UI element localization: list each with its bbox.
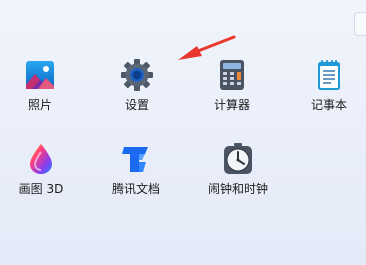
start-menu-pinned-apps: 照片 设置 计算器 记事本 画图 3D 腾讯文档 闹钟和时钟 xyxy=(0,0,366,265)
notepad-icon xyxy=(318,60,340,90)
app-calculator[interactable]: 计算器 xyxy=(192,58,272,130)
app-settings[interactable]: 设置 xyxy=(97,58,177,130)
app-photos[interactable]: 照片 xyxy=(0,58,80,130)
app-notepad[interactable]: 记事本 xyxy=(289,58,366,130)
calculator-icon xyxy=(220,60,244,90)
photos-icon xyxy=(26,61,54,89)
gear-icon xyxy=(121,59,153,91)
app-label: 闹钟和时钟 xyxy=(207,182,268,196)
app-label: 设置 xyxy=(124,98,149,112)
app-label: 腾讯文档 xyxy=(111,182,160,196)
app-tencent-docs[interactable]: 腾讯文档 xyxy=(96,142,176,214)
pinned-page-scroll-button[interactable] xyxy=(354,12,366,36)
app-label: 记事本 xyxy=(310,98,347,112)
app-label: 照片 xyxy=(27,98,52,112)
paint3d-icon xyxy=(30,144,52,174)
app-label: 计算器 xyxy=(213,98,250,112)
app-alarms-clock[interactable]: 闹钟和时钟 xyxy=(198,142,278,214)
app-label: 画图 3D xyxy=(18,182,64,196)
annotation-arrow xyxy=(178,35,236,60)
tencent-docs-icon xyxy=(122,147,148,172)
app-paint3d[interactable]: 画图 3D xyxy=(1,142,81,214)
clock-icon xyxy=(224,143,252,174)
